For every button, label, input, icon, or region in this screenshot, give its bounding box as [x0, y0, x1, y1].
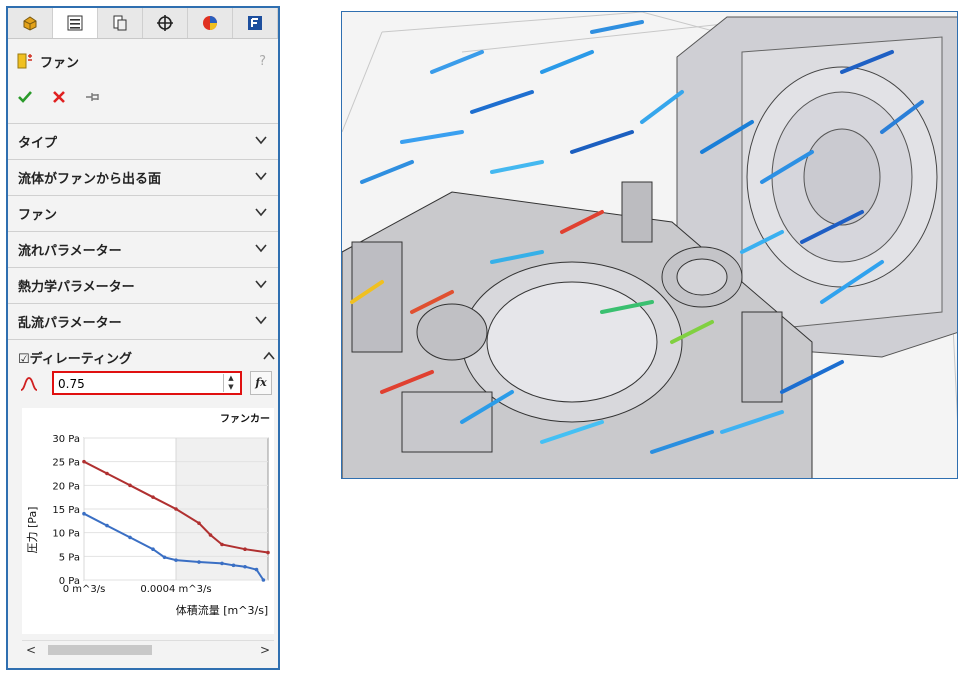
chart-point: [266, 550, 270, 555]
chart-y-tick-label: 10 Pa: [52, 529, 80, 540]
scroll-left-button[interactable]: <: [26, 641, 36, 659]
chart-point: [82, 511, 86, 516]
property-title-row: ファン: [16, 50, 79, 72]
display-manager-icon: [203, 16, 217, 30]
chart-x-tick-label: 0.0004 m^3/s: [140, 584, 211, 595]
derating-label: ☑ディレーティング: [18, 351, 132, 367]
section-derating[interactable]: ☑ディレーティング: [18, 348, 275, 367]
chart-y-tick-label: 25 Pa: [52, 458, 80, 469]
tab-display-manager[interactable]: [188, 8, 233, 38]
section-turbulence-parameters-label: 乱流パラメーター: [18, 315, 122, 331]
fan-curve-svg: ファンカー 0 Pa5 Pa10 Pa15 Pa20 Pa25 Pa30 Pa …: [26, 413, 270, 617]
chart-point: [220, 561, 224, 566]
chart-point: [105, 523, 109, 528]
tab-flow-simulation[interactable]: [233, 8, 278, 38]
section-thermodynamic-parameters-label: 熱力学パラメーター: [18, 279, 135, 295]
section-outlet-face[interactable]: 流体がファンから出る面: [8, 159, 278, 194]
function-button[interactable]: fx: [250, 371, 272, 395]
chart-point: [128, 535, 132, 540]
chevron-down-icon: [255, 172, 267, 181]
chart-point: [162, 555, 167, 560]
chart-point: [174, 507, 178, 511]
section-turbulence-parameters[interactable]: 乱流パラメーター: [8, 303, 278, 338]
chart-point: [82, 459, 86, 464]
pushpin-button[interactable]: [84, 88, 102, 110]
derating-input-row: ▲ ▼ fx: [18, 371, 272, 397]
tab-dimxpert-manager[interactable]: [143, 8, 188, 38]
chart-point: [151, 495, 155, 499]
chevron-up-icon: [263, 351, 275, 360]
tab-configuration-manager[interactable]: [98, 8, 143, 38]
x-icon: [53, 91, 65, 103]
feature-manager-icon: [23, 16, 37, 31]
chart-point: [197, 560, 201, 564]
chart-point: [174, 558, 178, 562]
derating-value-input[interactable]: [58, 375, 208, 393]
chevron-down-icon: [255, 136, 267, 145]
chevron-down-icon: [255, 316, 267, 325]
spin-up-button[interactable]: ▲: [224, 374, 238, 383]
chart-y-tick-label: 15 Pa: [52, 505, 80, 516]
section-thermodynamic-parameters[interactable]: 熱力学パラメーター: [8, 267, 278, 302]
chart-point: [105, 471, 109, 476]
section-flow-parameters-label: 流れパラメーター: [18, 243, 122, 259]
chevron-down-icon: [255, 280, 267, 289]
chart-point: [231, 563, 236, 568]
section-fan[interactable]: ファン: [8, 195, 278, 230]
tab-feature-manager[interactable]: [8, 8, 53, 38]
chart-point: [261, 578, 266, 582]
section-flow-parameters[interactable]: 流れパラメーター: [8, 231, 278, 266]
page-title: ファン: [40, 55, 80, 71]
property-manager-icon: [67, 15, 83, 31]
spin-down-button[interactable]: ▼: [224, 383, 238, 392]
pushpin-icon: [86, 93, 99, 101]
cancel-button[interactable]: [50, 88, 68, 110]
chart-point: [197, 521, 201, 525]
chart-title: ファンカー: [220, 413, 270, 425]
chart-y-tick-label: 20 Pa: [52, 481, 80, 492]
derating-spinbox: ▲ ▼: [52, 371, 242, 395]
graphics-viewport[interactable]: [341, 11, 958, 479]
scroll-thumb[interactable]: [48, 645, 152, 655]
chart-y-tick-label: 30 Pa: [52, 434, 80, 445]
chart-y-ticks: 0 Pa5 Pa10 Pa15 Pa20 Pa25 Pa30 Pa: [52, 434, 80, 587]
section-type-label: タイプ: [18, 135, 58, 151]
chart-x-tick-label: 0 m^3/s: [63, 584, 106, 595]
divider: [8, 339, 278, 340]
fan-feature-icon: [17, 53, 32, 69]
help-icon[interactable]: ?: [259, 54, 266, 69]
chart-point: [151, 547, 155, 552]
chart-x-ticks: 0 m^3/s 0.0004 m^3/s: [63, 584, 212, 595]
chart-point: [243, 547, 247, 552]
checkmark-icon: [18, 91, 32, 103]
chart-point: [220, 542, 224, 547]
ok-button[interactable]: [16, 88, 34, 110]
section-outlet-face-label: 流体がファンから出る面: [18, 171, 162, 187]
section-fan-label: ファン: [18, 207, 58, 223]
curve-icon: [20, 377, 38, 391]
section-type[interactable]: タイプ: [8, 123, 278, 158]
flow-trajectory-scene: [342, 12, 957, 478]
manager-tabs: [8, 8, 278, 39]
chart-ylabel: 圧力 [Pa]: [26, 507, 39, 554]
chart-point: [208, 533, 213, 537]
action-row: [16, 88, 102, 110]
chevron-down-icon: [255, 244, 267, 253]
property-manager-panel: ファン ? タイプ 流体がファンから出る面 ファン 流れパラメーター 熱力学パラ…: [6, 6, 280, 670]
flow-simulation-icon: [248, 16, 262, 30]
chart-y-tick-label: 5 Pa: [59, 552, 80, 563]
chart-xlabel: 体積流量 [m^3/s]: [176, 603, 268, 617]
configuration-manager-icon: [113, 15, 127, 31]
chevron-down-icon: [255, 208, 267, 217]
dimxpert-manager-icon: [157, 15, 173, 31]
horizontal-scrollbar[interactable]: < >: [22, 640, 274, 659]
chart-point: [254, 567, 259, 572]
chart-point: [128, 483, 132, 488]
fan-curve-chart: ファンカー 0 Pa 5 Pa 10 Pa 15 Pa 20 Pa 25 Pa 30 Pa …: [22, 408, 274, 634]
spin-buttons: ▲ ▼: [223, 374, 238, 392]
scroll-right-button[interactable]: >: [260, 641, 270, 659]
tab-property-manager[interactable]: [53, 8, 98, 38]
chart-point: [243, 564, 247, 569]
